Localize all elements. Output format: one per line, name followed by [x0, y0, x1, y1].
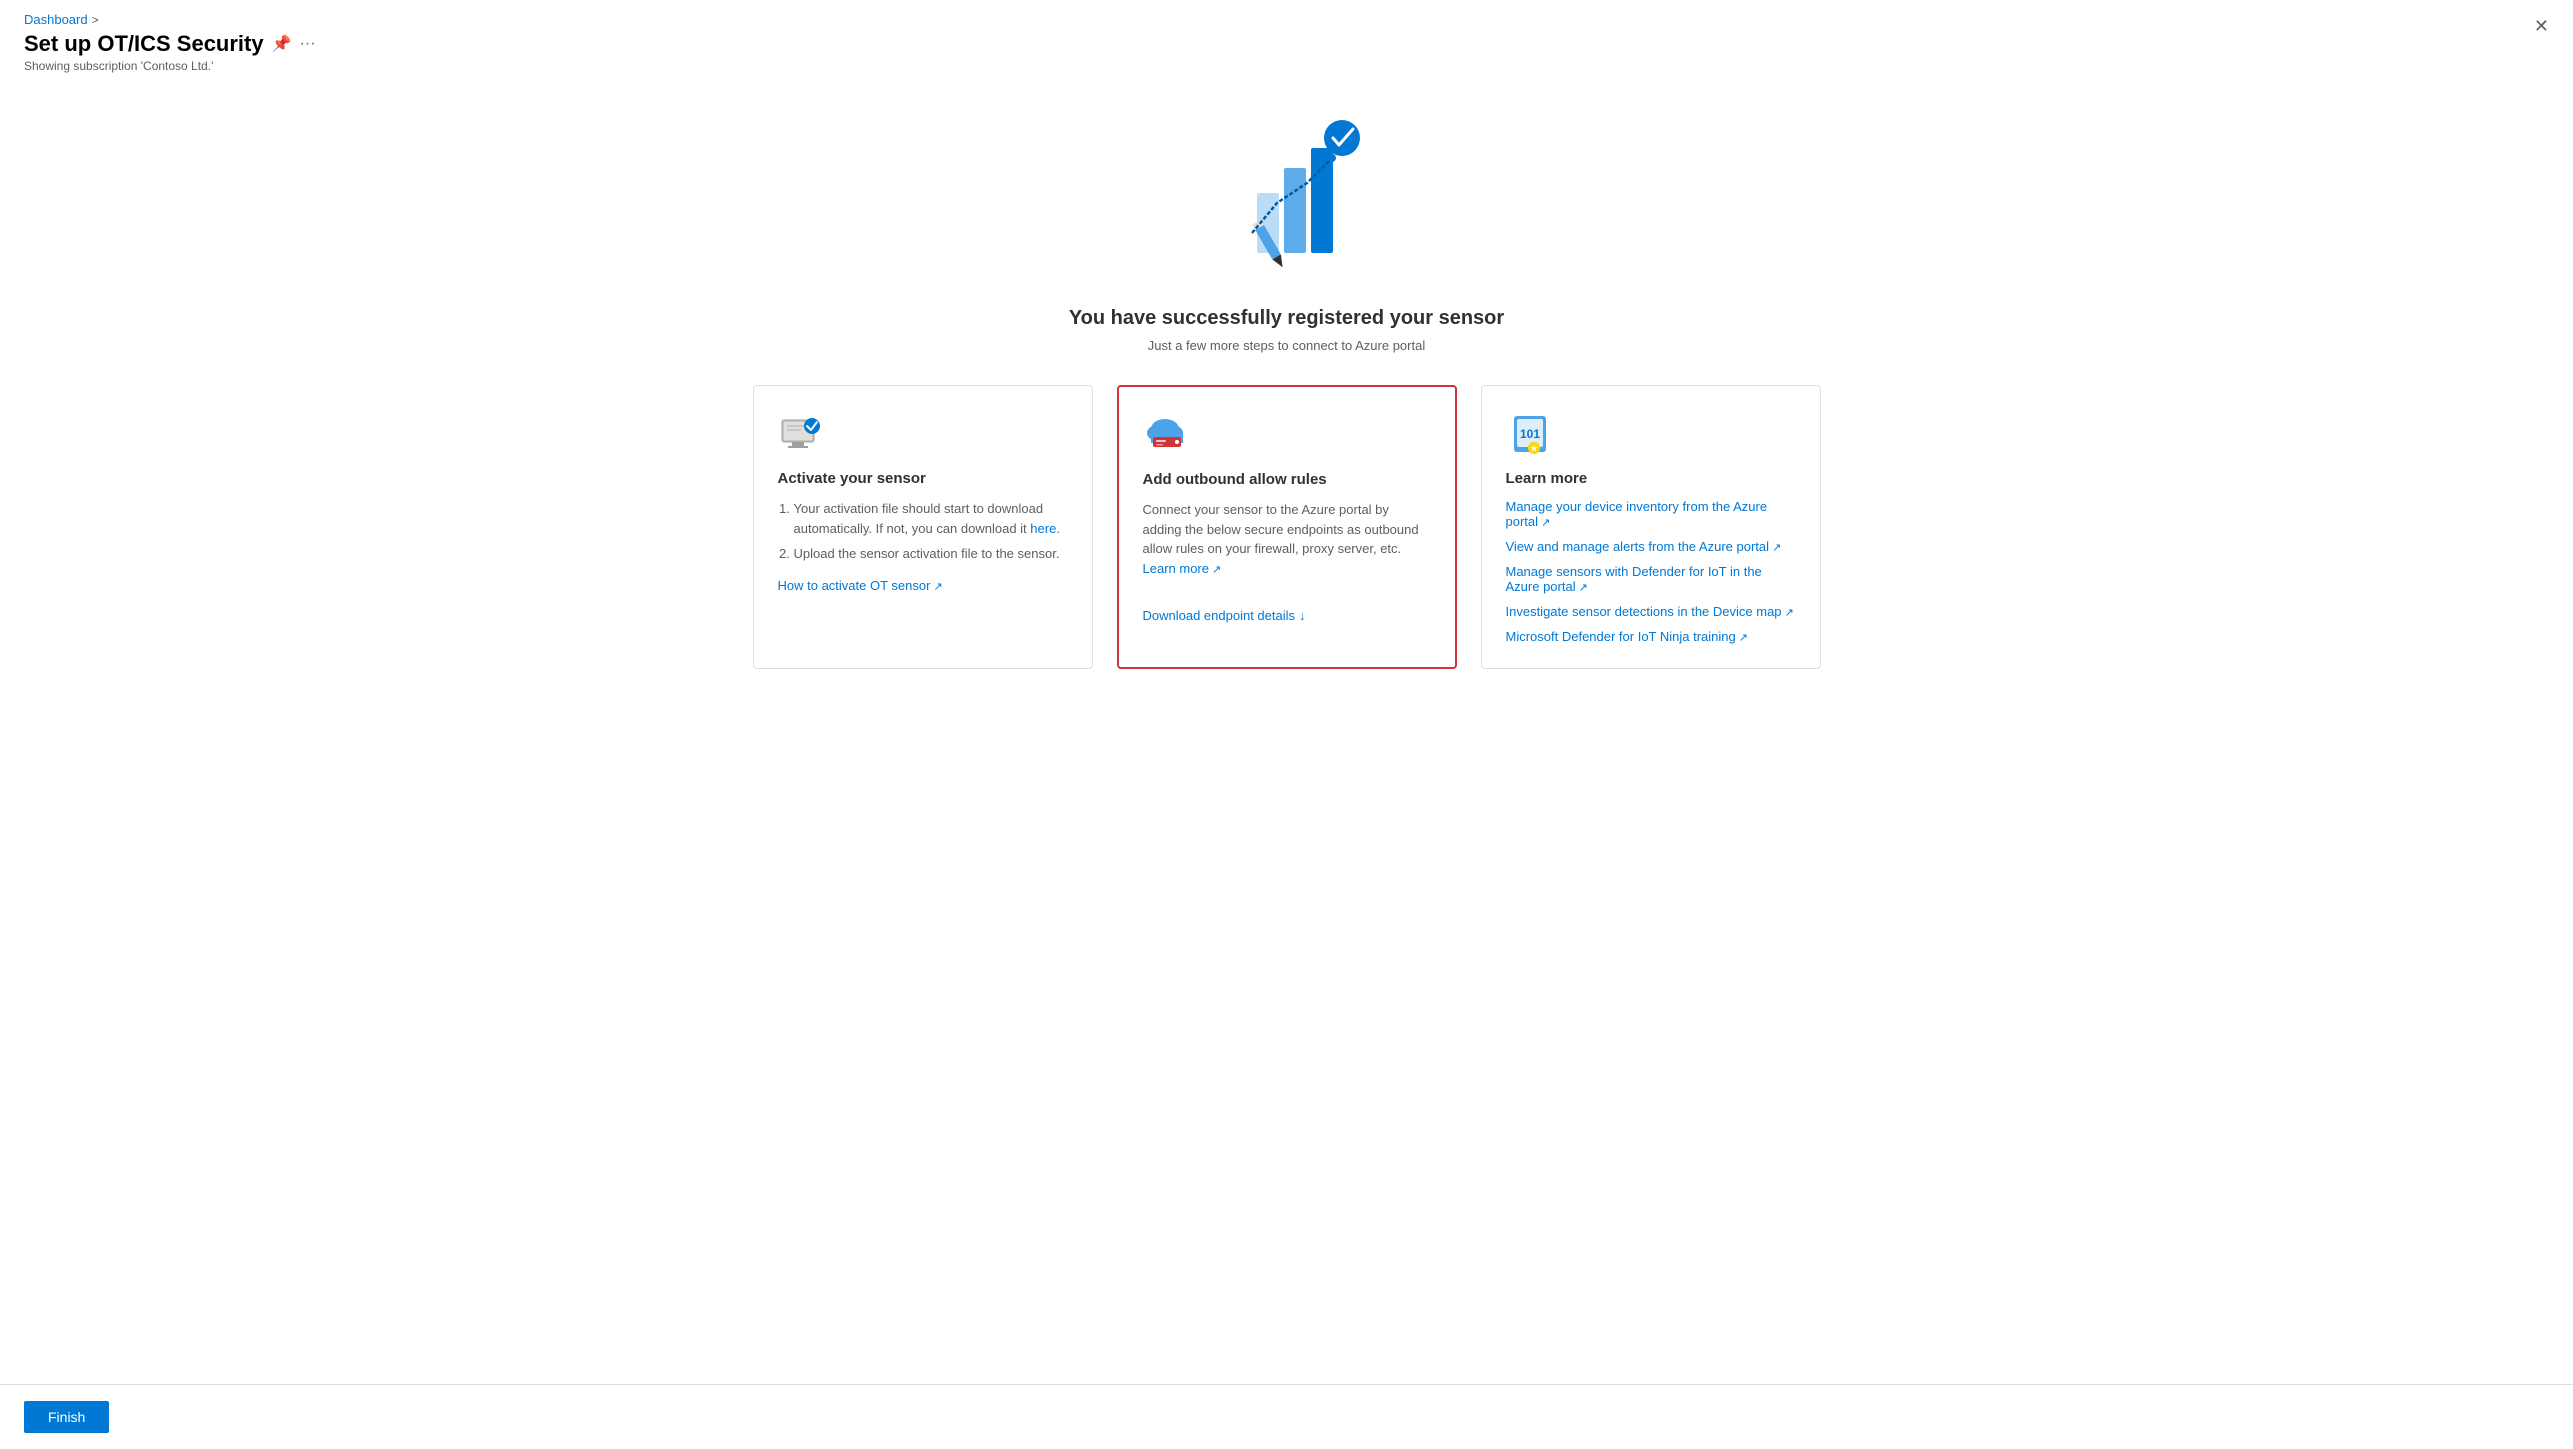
- activate-step-1: Your activation file should start to dow…: [794, 499, 1068, 538]
- success-title: You have successfully registered your se…: [1069, 307, 1504, 330]
- learn-link-4[interactable]: Investigate sensor detections in the Dev…: [1506, 604, 1796, 619]
- learn-link-2[interactable]: View and manage alerts from the Azure po…: [1506, 539, 1796, 554]
- activate-icon: [778, 410, 826, 458]
- finish-button[interactable]: Finish: [24, 1401, 109, 1433]
- activate-card-title: Activate your sensor: [778, 470, 1068, 487]
- svg-text:101: 101: [1519, 427, 1539, 441]
- learn-more-link[interactable]: Learn more: [1143, 561, 1222, 576]
- page-header: Dashboard > Set up OT/ICS Security 📌 ···…: [0, 0, 2573, 73]
- breadcrumb-separator: >: [92, 13, 99, 27]
- cards-row: Activate your sensor Your activation fil…: [737, 385, 1837, 669]
- outbound-card-body: Connect your sensor to the Azure portal …: [1143, 500, 1431, 625]
- success-subtitle: Just a few more steps to connect to Azur…: [1148, 338, 1425, 353]
- activate-card-body: Your activation file should start to dow…: [778, 499, 1068, 595]
- breadcrumb: Dashboard >: [24, 12, 2549, 27]
- learn-link-5[interactable]: Microsoft Defender for IoT Ninja trainin…: [1506, 629, 1796, 644]
- learn-more-links: Manage your device inventory from the Az…: [1506, 499, 1796, 644]
- download-icon: ↓: [1299, 606, 1306, 626]
- outbound-rules-card: Add outbound allow rules Connect your se…: [1117, 385, 1457, 669]
- learn-more-icon: 101 ★: [1506, 410, 1554, 458]
- learn-more-card: 101 ★ Learn more Manage your device inve…: [1481, 385, 1821, 669]
- outbound-description: Connect your sensor to the Azure portal …: [1143, 500, 1431, 578]
- main-content: You have successfully registered your se…: [0, 73, 2573, 749]
- learn-link-1[interactable]: Manage your device inventory from the Az…: [1506, 499, 1796, 529]
- title-row: Set up OT/ICS Security 📌 ···: [24, 31, 2549, 57]
- page-title: Set up OT/ICS Security: [24, 31, 264, 57]
- close-button[interactable]: ✕: [2534, 16, 2549, 37]
- activate-sensor-card: Activate your sensor Your activation fil…: [753, 385, 1093, 669]
- download-endpoint-link[interactable]: Download endpoint details ↓: [1143, 606, 1306, 626]
- svg-text:★: ★: [1530, 444, 1538, 453]
- footer: Finish: [0, 1384, 2573, 1449]
- outbound-icon: [1143, 411, 1191, 459]
- learn-link-3[interactable]: Manage sensors with Defender for IoT in …: [1506, 564, 1796, 594]
- breadcrumb-dashboard[interactable]: Dashboard: [24, 12, 88, 27]
- more-options-icon[interactable]: ···: [300, 35, 316, 53]
- pin-icon[interactable]: 📌: [272, 34, 292, 54]
- subscription-subtitle: Showing subscription 'Contoso Ltd.': [24, 59, 2549, 73]
- how-to-activate-link[interactable]: How to activate OT sensor: [778, 578, 943, 593]
- download-text: Download endpoint details: [1143, 606, 1296, 626]
- here-link[interactable]: here: [1030, 521, 1056, 536]
- activate-step-2: Upload the sensor activation file to the…: [794, 544, 1068, 564]
- outbound-card-title: Add outbound allow rules: [1143, 471, 1431, 488]
- learn-more-card-title: Learn more: [1506, 470, 1796, 487]
- hero-illustration: [1197, 103, 1377, 283]
